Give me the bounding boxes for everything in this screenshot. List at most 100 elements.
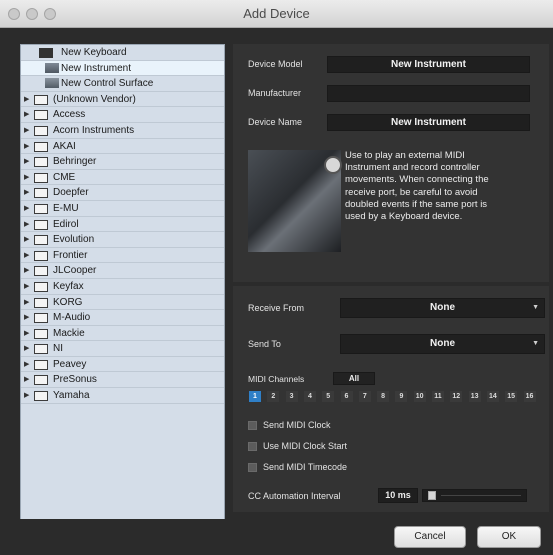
midi-channel-button[interactable]: 13 <box>468 391 481 402</box>
ok-button[interactable]: OK <box>477 526 541 548</box>
use-midi-clock-start-checkbox[interactable] <box>248 442 257 451</box>
tree-folder[interactable]: ▶ Keyfax <box>21 279 224 295</box>
tree-item-new-control-surface[interactable]: New Control Surface <box>21 76 224 92</box>
disclosure-arrow-icon[interactable]: ▶ <box>24 326 29 342</box>
folder-icon <box>34 188 48 199</box>
send-midi-clock-label: Send MIDI Clock <box>263 420 331 430</box>
disclosure-arrow-icon[interactable]: ▶ <box>24 201 29 217</box>
tree-folder-label: Access <box>53 109 86 121</box>
knob-graphic <box>324 156 342 174</box>
disclosure-arrow-icon[interactable]: ▶ <box>24 139 29 155</box>
midi-channel-button[interactable]: 16 <box>523 391 536 402</box>
folder-icon <box>34 313 48 324</box>
disclosure-arrow-icon[interactable]: ▶ <box>24 372 29 388</box>
cc-interval-value[interactable]: 10 ms <box>378 488 418 503</box>
tree-folder[interactable]: ▶ Edirol <box>21 217 224 233</box>
add-device-window: Add Device New Keyboard New Instrument N… <box>0 0 553 555</box>
midi-channel-button[interactable]: 7 <box>358 391 371 402</box>
folder-icon <box>34 375 48 386</box>
tree-folder[interactable]: ▶ NI <box>21 341 224 357</box>
tree-folder-label: Frontier <box>53 249 88 261</box>
tree-folder[interactable]: ▶ Yamaha <box>21 388 224 404</box>
tree-folder[interactable]: ▶ AKAI <box>21 139 224 155</box>
send-to-select[interactable]: None ▼ <box>340 334 545 354</box>
disclosure-arrow-icon[interactable]: ▶ <box>24 107 29 123</box>
disclosure-arrow-icon[interactable]: ▶ <box>24 217 29 233</box>
manufacturer-field[interactable] <box>327 85 530 102</box>
tree-folder[interactable]: ▶ Doepfer <box>21 185 224 201</box>
send-to-value: None <box>430 338 455 349</box>
disclosure-arrow-icon[interactable]: ▶ <box>24 123 29 139</box>
device-model-field[interactable]: New Instrument <box>327 56 530 73</box>
tree-folder-label: M-Audio <box>53 312 91 324</box>
disclosure-arrow-icon[interactable]: ▶ <box>24 232 29 248</box>
disclosure-arrow-icon[interactable]: ▶ <box>24 263 29 279</box>
midi-channel-button[interactable]: 10 <box>413 391 426 402</box>
tree-folder[interactable]: ▶ Peavey <box>21 357 224 373</box>
cancel-button[interactable]: Cancel <box>394 526 466 548</box>
folder-icon <box>34 250 48 261</box>
tree-folder[interactable]: ▶ M-Audio <box>21 310 224 326</box>
disclosure-arrow-icon[interactable]: ▶ <box>24 295 29 311</box>
tree-folder-label: (Unknown Vendor) <box>53 93 136 105</box>
disclosure-arrow-icon[interactable]: ▶ <box>24 388 29 404</box>
tree-item-new-instrument[interactable]: New Instrument <box>21 60 224 77</box>
midi-channel-button[interactable]: 11 <box>432 391 444 402</box>
cc-interval-slider[interactable] <box>422 489 527 502</box>
midi-channel-button[interactable]: 12 <box>450 391 463 402</box>
midi-channel-button[interactable]: 9 <box>395 391 408 402</box>
midi-channel-button[interactable]: 14 <box>486 391 499 402</box>
midi-channel-button[interactable]: 3 <box>285 391 298 402</box>
keyboard-icon <box>39 48 53 58</box>
use-midi-clock-start-label: Use MIDI Clock Start <box>263 441 348 451</box>
tree-folder[interactable]: ▶ CME <box>21 170 224 186</box>
receive-from-select[interactable]: None ▼ <box>340 298 545 318</box>
tree-item-new-keyboard[interactable]: New Keyboard <box>21 45 224 61</box>
tree-folder-label: Doepfer <box>53 187 89 199</box>
all-channels-button[interactable]: All <box>333 372 375 385</box>
device-description: Use to play an external MIDI Instrument … <box>345 150 489 223</box>
slider-handle[interactable] <box>428 491 436 500</box>
folder-icon <box>34 297 48 308</box>
disclosure-arrow-icon[interactable]: ▶ <box>24 279 29 295</box>
disclosure-arrow-icon[interactable]: ▶ <box>24 248 29 264</box>
device-name-field[interactable]: New Instrument <box>327 114 530 131</box>
disclosure-arrow-icon[interactable]: ▶ <box>24 154 29 170</box>
tree-folder[interactable]: ▶ Mackie <box>21 326 224 342</box>
midi-channel-button[interactable]: 4 <box>303 391 316 402</box>
tree-folder[interactable]: ▶ PreSonus <box>21 372 224 389</box>
tree-folder[interactable]: ▶ Acorn Instruments <box>21 123 224 139</box>
midi-channel-button[interactable]: 6 <box>340 391 353 402</box>
instrument-image <box>248 150 342 252</box>
send-to-label: Send To <box>248 339 281 349</box>
midi-channel-button[interactable]: 2 <box>267 391 280 402</box>
tree-item-label: New Keyboard <box>61 47 127 58</box>
folder-icon <box>34 266 48 277</box>
send-midi-timecode-label: Send MIDI Timecode <box>263 462 348 472</box>
midi-channel-button[interactable]: 8 <box>377 391 390 402</box>
midi-channel-button[interactable]: 1 <box>249 391 261 402</box>
device-tree[interactable]: New Keyboard New Instrument New Control … <box>20 44 225 520</box>
disclosure-arrow-icon[interactable]: ▶ <box>24 357 29 373</box>
tree-folder[interactable]: ▶ Evolution <box>21 232 224 248</box>
tree-folder[interactable]: ▶ KORG <box>21 295 224 311</box>
midi-channel-button[interactable]: 5 <box>322 391 335 402</box>
midi-settings-panel <box>233 286 549 512</box>
disclosure-arrow-icon[interactable]: ▶ <box>24 92 29 108</box>
send-midi-timecode-checkbox[interactable] <box>248 463 257 472</box>
folder-icon <box>34 281 48 292</box>
tree-folder[interactable]: ▶ E-MU <box>21 201 224 217</box>
disclosure-arrow-icon[interactable]: ▶ <box>24 310 29 326</box>
tree-folder-label: Acorn Instruments <box>53 124 135 136</box>
send-midi-clock-checkbox[interactable] <box>248 421 257 430</box>
tree-folder[interactable]: ▶ Access <box>21 107 224 123</box>
folder-icon <box>34 94 48 105</box>
midi-channel-button[interactable]: 15 <box>505 391 518 402</box>
disclosure-arrow-icon[interactable]: ▶ <box>24 341 29 357</box>
disclosure-arrow-icon[interactable]: ▶ <box>24 185 29 201</box>
tree-folder[interactable]: ▶ Behringer <box>21 154 224 170</box>
tree-folder[interactable]: ▶ Frontier <box>21 248 224 264</box>
disclosure-arrow-icon[interactable]: ▶ <box>24 170 29 186</box>
tree-folder[interactable]: ▶ JLCooper <box>21 263 224 279</box>
tree-folder[interactable]: ▶ (Unknown Vendor) <box>21 92 224 108</box>
